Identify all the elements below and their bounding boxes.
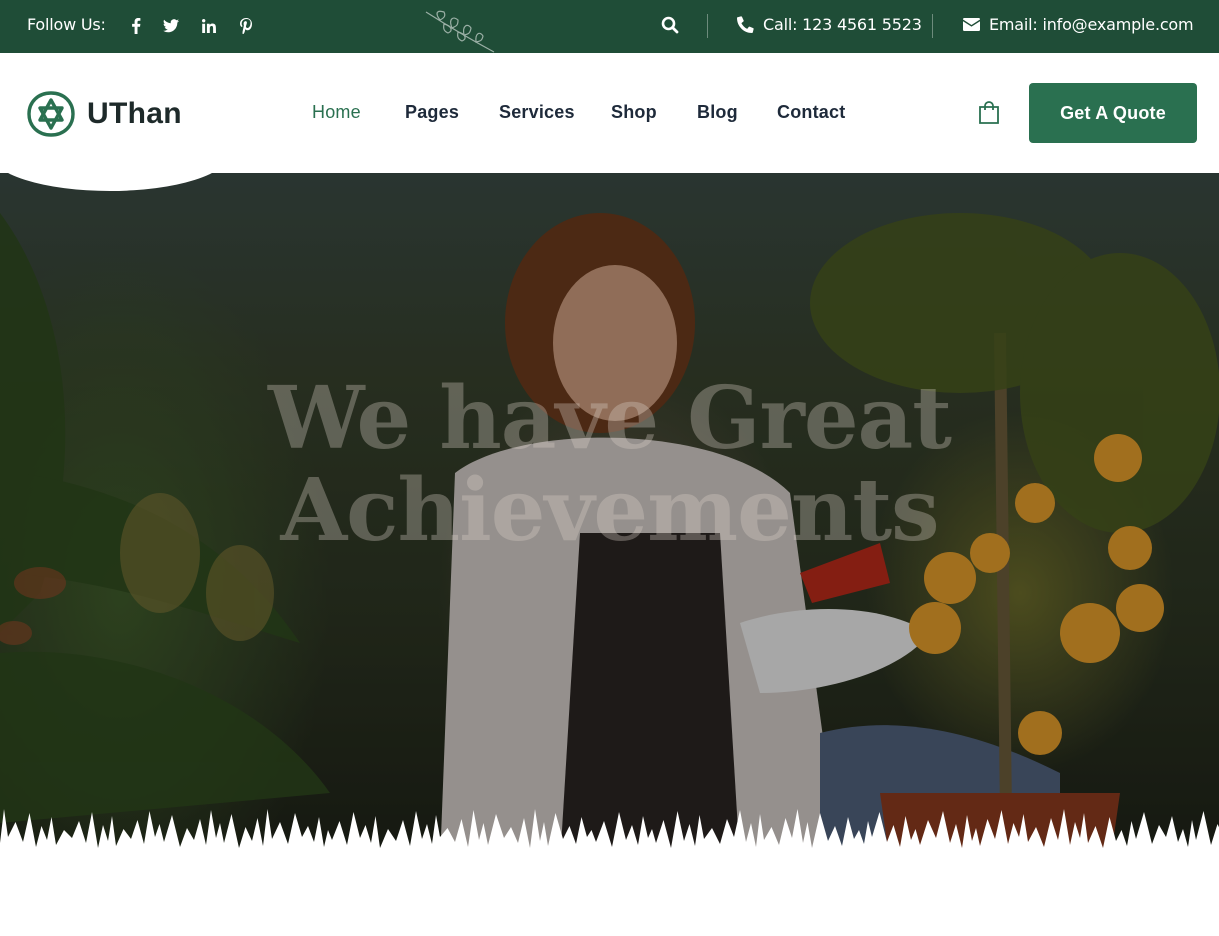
- get-a-quote-button[interactable]: Get A Quote: [1029, 83, 1197, 143]
- hero-banner: We have Great Achievements: [0, 173, 1219, 863]
- email-contact[interactable]: Email: info@example.com: [963, 15, 1194, 34]
- phone-number: Call: 123 4561 5523: [763, 15, 922, 34]
- phone-contact[interactable]: Call: 123 4561 5523: [737, 15, 922, 34]
- nav-item-contact[interactable]: Contact: [777, 102, 845, 123]
- nav-item-services[interactable]: Services: [499, 102, 575, 123]
- content-area: [0, 863, 1219, 936]
- twitter-icon[interactable]: [162, 17, 180, 35]
- brand-name: UThan: [87, 97, 182, 130]
- envelope-icon: [963, 18, 980, 31]
- nav-item-home[interactable]: Home: [312, 102, 361, 123]
- pinterest-icon[interactable]: [237, 17, 255, 35]
- site-header: UThan Home Pages Services Shop Blog Cont…: [0, 53, 1219, 191]
- nav-item-shop[interactable]: Shop: [611, 102, 657, 123]
- shopping-bag-icon[interactable]: [977, 101, 1001, 129]
- divider: [932, 14, 933, 38]
- linkedin-icon[interactable]: [200, 17, 218, 35]
- divider: [707, 14, 708, 38]
- email-address: Email: info@example.com: [989, 15, 1194, 34]
- grass-divider: [0, 809, 1219, 863]
- leaf-logo-icon: [27, 91, 75, 137]
- brand-logo[interactable]: UThan: [26, 90, 182, 138]
- facebook-icon[interactable]: [127, 17, 145, 35]
- leaf-ornament-icon: [425, 10, 495, 53]
- top-bar: Follow Us: Call: 123 4561 5523 Email: in…: [0, 0, 1219, 53]
- nav-item-pages[interactable]: Pages: [405, 102, 459, 123]
- nav-item-blog[interactable]: Blog: [697, 102, 738, 123]
- phone-icon: [737, 16, 754, 33]
- hero-title-line-1: We have Great: [267, 368, 952, 469]
- hero-title-line-2: Achievements: [280, 460, 939, 561]
- follow-us-label: Follow Us:: [27, 15, 106, 34]
- search-icon[interactable]: [661, 16, 681, 36]
- hero-title: We have Great Achievements: [0, 373, 1219, 557]
